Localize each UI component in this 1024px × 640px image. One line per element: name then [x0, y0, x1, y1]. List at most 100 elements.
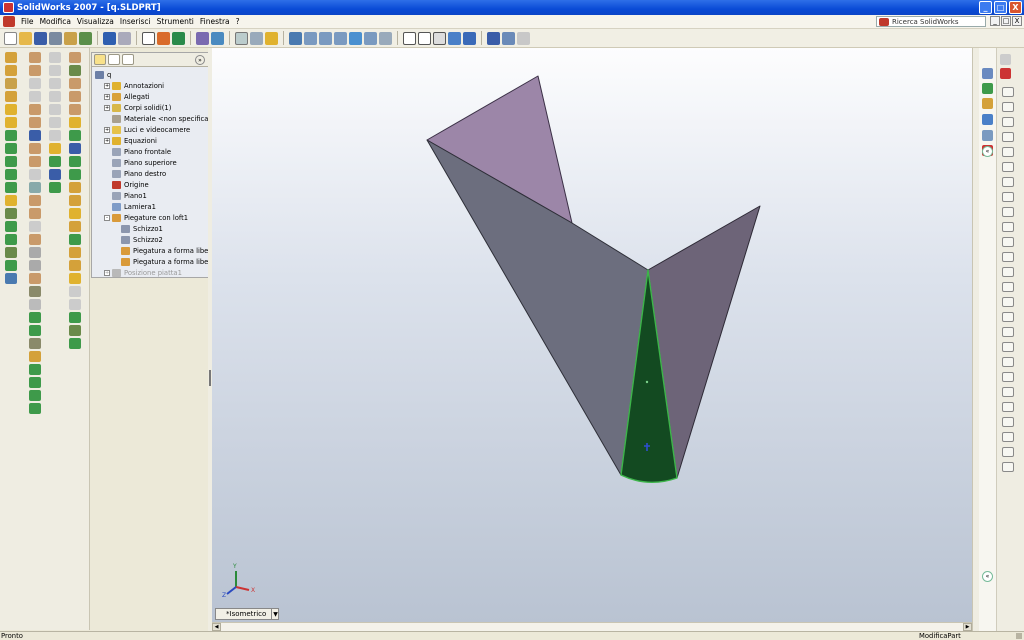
linear-sketch-pattern-icon[interactable] — [1002, 357, 1014, 367]
sweep-icon[interactable] — [5, 78, 17, 89]
chamfer-sketch-icon[interactable] — [1002, 237, 1014, 247]
search-pane-icon[interactable] — [982, 130, 993, 141]
pan-icon[interactable] — [364, 31, 377, 45]
radiate-surface-icon[interactable] — [29, 117, 41, 128]
trim-entities-icon[interactable] — [1002, 282, 1014, 292]
tree-expand-toggle[interactable]: + — [104, 270, 110, 276]
menu-inserisci[interactable]: Inserisci — [117, 17, 154, 26]
extruded-cut-sm-icon[interactable] — [69, 234, 81, 245]
measure-icon[interactable] — [196, 31, 209, 45]
copy-entities-icon[interactable] — [1002, 432, 1014, 442]
shadows-icon[interactable] — [487, 31, 500, 45]
smart-dimension-icon[interactable] — [1000, 68, 1011, 79]
tree-item[interactable]: Piano1 — [104, 191, 147, 201]
extrude-boss-icon[interactable] — [5, 52, 17, 63]
menu-finestra[interactable]: Finestra — [197, 17, 233, 26]
ellipse-tool-icon[interactable] — [1002, 192, 1014, 202]
tree-expand-toggle[interactable]: + — [104, 127, 110, 133]
construction-geometry-icon[interactable] — [1002, 327, 1014, 337]
home-icon[interactable] — [982, 68, 993, 79]
add-relation-icon[interactable] — [1002, 447, 1014, 457]
reference-axis-icon[interactable] — [69, 325, 81, 336]
break-corner-icon[interactable] — [69, 130, 81, 141]
view-orientation-icon[interactable] — [235, 31, 248, 45]
select-other-icon[interactable] — [157, 31, 170, 45]
new-document-icon[interactable] — [4, 31, 17, 45]
sheet-metal-gusset-icon[interactable] — [69, 156, 81, 167]
tree-item[interactable]: Schizzo1 — [113, 224, 163, 234]
solidworks-menu-logo-icon[interactable] — [3, 16, 15, 27]
save-icon[interactable] — [34, 31, 47, 45]
tree-item[interactable]: + Posizione piatta1 — [104, 268, 182, 278]
vent-icon[interactable] — [69, 104, 81, 115]
shaded-icon[interactable] — [463, 31, 476, 45]
tree-item[interactable]: + Allegati — [104, 92, 150, 102]
solidworks-app-icon[interactable] — [3, 2, 14, 13]
lofted-bend-icon[interactable] — [69, 52, 81, 63]
mirror-entities-icon[interactable] — [1002, 342, 1014, 352]
sweep-cut-icon[interactable] — [5, 156, 17, 167]
cross-break-icon[interactable] — [69, 169, 81, 180]
hidden-lines-removed-icon[interactable] — [433, 31, 446, 45]
shut-off-surface-icon[interactable] — [29, 377, 41, 388]
redo-icon[interactable] — [118, 31, 131, 45]
extend-surface-icon[interactable] — [29, 156, 41, 167]
reference-triad[interactable]: Y X Z — [221, 558, 261, 598]
panel-collapse-button[interactable]: » — [195, 55, 205, 65]
cut-normal-icon[interactable] — [69, 195, 81, 206]
surface-loft-icon[interactable] — [29, 91, 41, 102]
tab-isometric-view[interactable]: *Isometrico — [215, 608, 279, 620]
rebuild-icon[interactable] — [64, 31, 77, 45]
dome-icon[interactable] — [5, 117, 17, 128]
minimize-button[interactable]: _ — [979, 1, 992, 14]
tree-item[interactable]: Piano destro — [104, 169, 166, 179]
sheet-metal-part-view[interactable] — [212, 48, 972, 622]
sketch-point-icon[interactable] — [29, 312, 41, 323]
thicken-icon[interactable] — [29, 195, 41, 206]
tree-item[interactable]: Piano frontale — [104, 147, 171, 157]
jog-icon[interactable] — [49, 104, 61, 115]
hidden-lines-visible-icon[interactable] — [418, 31, 431, 45]
tree-expand-toggle[interactable]: + — [104, 105, 110, 111]
tree-item[interactable]: Piano superiore — [104, 158, 177, 168]
view-3d-icon[interactable] — [379, 31, 392, 45]
loft-cut-icon[interactable] — [5, 169, 17, 180]
instant-edit-icon[interactable] — [69, 312, 81, 323]
tree-item[interactable]: + Corpi solidi(1) — [104, 103, 171, 113]
extend-entities-icon[interactable] — [1002, 297, 1014, 307]
tree-expand-toggle[interactable]: - — [104, 215, 110, 221]
move-face-icon[interactable] — [29, 234, 41, 245]
tree-item[interactable]: Origine — [104, 180, 149, 190]
forming-tool-icon[interactable] — [69, 91, 81, 102]
print-icon[interactable] — [49, 31, 62, 45]
flatten-icon[interactable] — [49, 143, 61, 154]
bend-table-icon[interactable] — [69, 273, 81, 284]
convert-to-sheet-metal-icon[interactable] — [69, 78, 81, 89]
search-solidworks-input[interactable]: Ricerca SolidWorks — [876, 16, 986, 27]
flat-pattern-icon[interactable] — [69, 208, 81, 219]
sketch-line-icon[interactable] — [29, 299, 41, 310]
splitter-grip-icon[interactable] — [209, 370, 211, 386]
mold-tools-icon[interactable] — [29, 351, 41, 362]
expand-task-pane-icon[interactable]: « — [982, 146, 993, 157]
hem-icon[interactable] — [49, 91, 61, 102]
perspective-icon[interactable] — [517, 31, 530, 45]
sketch-relations-icon[interactable] — [265, 31, 278, 45]
circular-sketch-pattern-icon[interactable] — [1002, 372, 1014, 382]
linear-pattern-icon[interactable] — [5, 208, 17, 219]
doc-close-button[interactable]: X — [1012, 16, 1022, 26]
instant3d-icon[interactable] — [5, 273, 17, 284]
rectangle-tool-icon[interactable] — [1002, 102, 1014, 112]
tree-item[interactable]: Piegatura a forma libera1 — [113, 246, 220, 256]
feature-scope-icon[interactable] — [69, 286, 81, 297]
projected-curve-icon[interactable] — [29, 260, 41, 271]
resources-icon[interactable] — [982, 83, 993, 94]
tree-item[interactable]: Lamiera1 — [104, 202, 156, 212]
fill-surface-icon[interactable] — [29, 182, 41, 193]
spline-tool-icon[interactable] — [1002, 177, 1014, 187]
scroll-right-icon[interactable]: ▶ — [963, 623, 972, 631]
tree-expand-toggle[interactable]: + — [104, 83, 110, 89]
tab-configuration-manager[interactable] — [122, 54, 134, 65]
menu-help[interactable]: ? — [233, 17, 243, 26]
fillet-icon[interactable] — [5, 195, 17, 206]
